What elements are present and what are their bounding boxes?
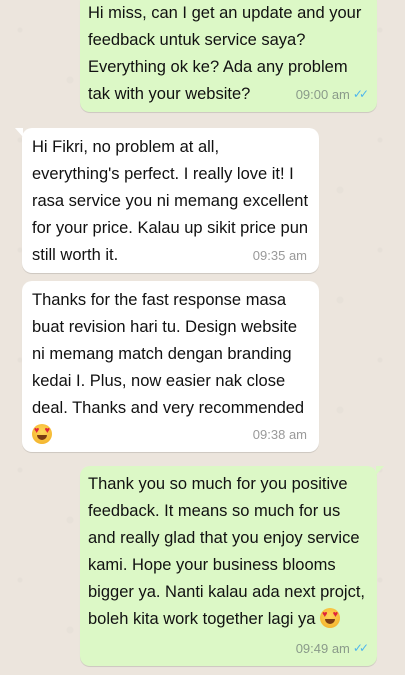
message-time: 09:38 am	[252, 427, 307, 442]
message-time: 09:49 am	[295, 641, 350, 656]
message-time: 09:35 am	[252, 248, 307, 263]
message-bubble-outgoing[interactable]: Hi miss, can I get an update and your fe…	[80, 0, 384, 112]
message-text-body: Thank you so much for you positive feedb…	[88, 475, 365, 628]
bubble-tail	[15, 128, 23, 137]
double-check-read-icon: ✓✓	[352, 87, 369, 101]
message-meta: 09:00 am ✓✓	[295, 81, 369, 108]
message-text: Thank you so much for you positive feedb…	[88, 471, 367, 633]
message-bubble-outgoing[interactable]: Thank you so much for you positive feedb…	[80, 466, 384, 666]
bubble-tail	[376, 466, 384, 475]
message-bubble-incoming[interactable]: Thanks for the fast response masa buat r…	[22, 281, 319, 452]
heart-eyes-emoji-icon	[32, 424, 52, 444]
heart-eyes-emoji-icon	[320, 608, 341, 628]
message-time: 09:00 am	[295, 87, 350, 102]
message-meta: 09:49 am ✓✓	[295, 635, 369, 662]
message-bubble-incoming[interactable]: Hi Fikri, no problem at all, everything'…	[15, 128, 319, 273]
bubble-tail	[376, 0, 384, 1]
message-text-body: Thanks for the fast response masa buat r…	[32, 291, 305, 417]
message-meta: 09:38 am	[253, 421, 307, 448]
double-check-read-icon: ✓✓	[352, 641, 369, 655]
message-meta: 09:35 am	[253, 242, 307, 269]
chat-area: Hi miss, can I get an update and your fe…	[0, 0, 405, 675]
